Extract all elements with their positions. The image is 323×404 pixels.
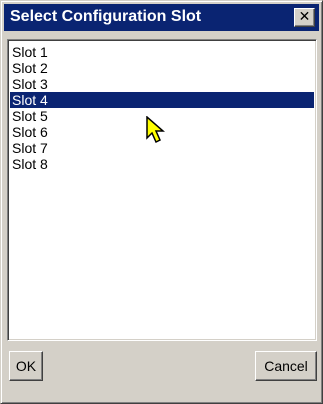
- list-item-slot-2[interactable]: Slot 2: [10, 60, 314, 76]
- close-icon: ✕: [298, 9, 311, 25]
- title-bar[interactable]: Select Configuration Slot ✕: [4, 4, 319, 31]
- list-item-slot-8[interactable]: Slot 8: [10, 156, 314, 172]
- dialog-title: Select Configuration Slot: [10, 8, 202, 25]
- arrow-cursor-icon: [146, 116, 165, 144]
- close-button[interactable]: ✕: [294, 8, 315, 27]
- list-item-slot-3[interactable]: Slot 3: [10, 76, 314, 92]
- select-slot-dialog: Select Configuration Slot ✕ Slot 1 Slot …: [0, 0, 323, 404]
- slot-listbox[interactable]: Slot 1 Slot 2 Slot 3 Slot 4 Slot 5 Slot …: [7, 39, 317, 341]
- list-item-slot-1[interactable]: Slot 1: [10, 44, 314, 60]
- list-item-slot-4[interactable]: Slot 4: [10, 92, 314, 108]
- ok-button[interactable]: OK: [9, 351, 43, 381]
- cancel-button[interactable]: Cancel: [255, 351, 317, 381]
